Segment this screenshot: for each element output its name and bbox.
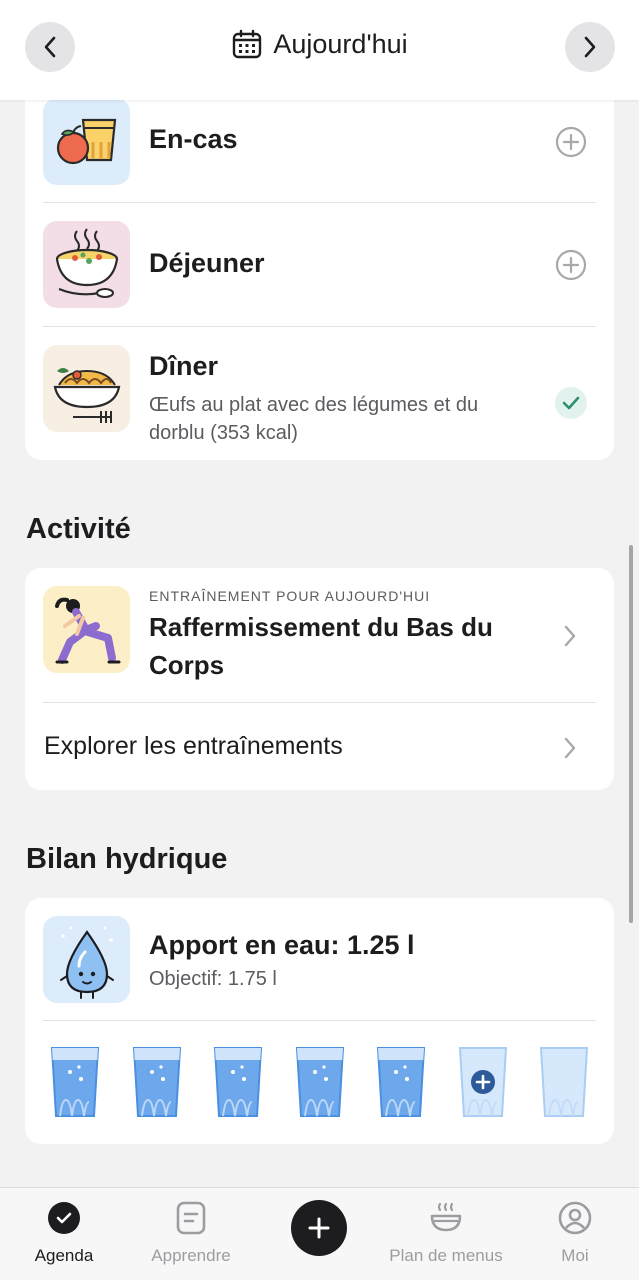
next-day-button[interactable]: [565, 22, 615, 72]
water-drop-illustration: [43, 916, 130, 1003]
snack-illustration: [43, 98, 130, 185]
meal-title: Dîner: [149, 351, 219, 381]
tab-agenda[interactable]: Agenda: [24, 1188, 104, 1280]
add-entry-button[interactable]: [291, 1200, 347, 1256]
meal-logged-check[interactable]: [555, 387, 587, 419]
divider: [43, 1020, 596, 1021]
workout-eyebrow: ENTRAÎNEMENT POUR AUJOURD'HUI: [149, 588, 431, 604]
profile-icon: [558, 1201, 592, 1235]
add-circle-icon[interactable]: [555, 126, 587, 158]
tab-label: Plan de menus: [389, 1246, 503, 1265]
chevron-right-icon: [564, 625, 576, 647]
workout-illustration: [43, 586, 130, 673]
water-glass-filled[interactable]: [50, 1046, 100, 1120]
meal-description: Œufs au plat avec des légumes et du dorb…: [149, 394, 479, 444]
water-glass-filled[interactable]: [376, 1046, 426, 1120]
meal-title: En-cas: [149, 124, 238, 154]
plus-icon: [308, 1217, 330, 1239]
page-title: Aujourd'hui: [273, 28, 408, 59]
water-section-title: Bilan hydrique: [26, 843, 228, 875]
check-circle-icon: [48, 1202, 80, 1234]
chevron-right-icon: [584, 36, 596, 58]
explore-workouts-label: Explorer les entraînements: [44, 732, 343, 760]
workout-title: Raffermissement du Bas du Corps: [149, 612, 493, 680]
water-glass-filled[interactable]: [295, 1046, 345, 1120]
meals-card: En-cas Déjeuner Dîner Œufs au plat avec …: [25, 80, 614, 460]
water-glass-empty[interactable]: [539, 1046, 589, 1120]
scrollbar[interactable]: [629, 545, 633, 923]
chevron-right-icon: [564, 737, 576, 759]
water-glass-add[interactable]: [458, 1046, 508, 1120]
water-goal-label: Objectif: 1.75 l: [149, 968, 277, 990]
workout-row[interactable]: ENTRAÎNEMENT POUR AUJOURD'HUI Raffermiss…: [25, 568, 614, 702]
meal-title: Déjeuner: [149, 248, 265, 278]
check-icon: [562, 396, 580, 410]
water-glass-filled[interactable]: [132, 1046, 182, 1120]
tab-label: Apprendre: [151, 1246, 231, 1265]
meal-row-lunch[interactable]: Déjeuner: [25, 203, 614, 326]
tab-plan-de-menus[interactable]: Plan de menus: [381, 1188, 511, 1280]
activity-section-title: Activité: [26, 513, 131, 545]
explore-workouts-row[interactable]: Explorer les entraînements: [25, 703, 614, 790]
tab-apprendre[interactable]: Apprendre: [141, 1188, 241, 1280]
tab-moi[interactable]: Moi: [535, 1188, 615, 1280]
tab-label: Moi: [561, 1246, 589, 1265]
bottom-tab-bar: Agenda Apprendre Plan de menus Moi: [0, 1187, 639, 1280]
activity-card: ENTRAÎNEMENT POUR AUJOURD'HUI Raffermiss…: [25, 568, 614, 790]
tab-label: Agenda: [34, 1246, 94, 1265]
top-bar: Aujourd'hui: [0, 0, 639, 100]
add-circle-icon[interactable]: [555, 249, 587, 281]
water-card: Apport en eau: 1.25 l Objectif: 1.75 l: [25, 898, 614, 1144]
pasta-illustration: [43, 345, 130, 432]
water-glass-filled[interactable]: [213, 1046, 263, 1120]
bowl-icon: [430, 1202, 462, 1232]
meal-row-dinner[interactable]: Dîner Œufs au plat avec des légumes et d…: [25, 327, 614, 460]
water-intake-label: Apport en eau: 1.25 l: [149, 930, 415, 960]
book-icon: [176, 1201, 206, 1235]
soup-illustration: [43, 221, 130, 308]
date-title[interactable]: Aujourd'hui: [0, 28, 639, 60]
calendar-icon: [233, 29, 262, 59]
